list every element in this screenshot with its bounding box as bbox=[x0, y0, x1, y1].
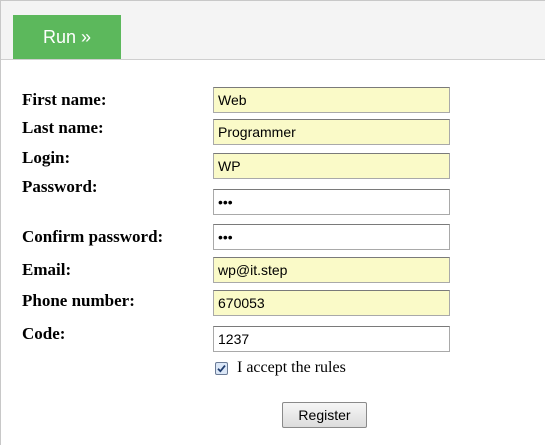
login-field[interactable]: WP bbox=[213, 153, 450, 179]
login-label: Login: bbox=[22, 148, 71, 167]
email-label: Email: bbox=[22, 260, 72, 279]
run-button[interactable]: Run » bbox=[13, 15, 121, 59]
code-label: Code: bbox=[22, 324, 66, 343]
last-name-label: Last name: bbox=[22, 118, 104, 137]
accept-rules-row: I accept the rules bbox=[215, 359, 346, 377]
password-label: Password: bbox=[22, 177, 98, 196]
phone-number-label: Phone number: bbox=[22, 291, 135, 310]
last-name-field[interactable]: Programmer bbox=[213, 119, 450, 145]
confirm-password-field[interactable]: ••• bbox=[213, 224, 450, 250]
first-name-field[interactable]: Web bbox=[213, 87, 450, 113]
confirm-password-label: Confirm password: bbox=[22, 227, 164, 246]
register-button[interactable]: Register bbox=[282, 402, 367, 428]
password-field[interactable]: ••• bbox=[213, 189, 450, 215]
phone-number-field[interactable]: 670053 bbox=[213, 290, 450, 316]
code-field[interactable]: 1237 bbox=[213, 326, 450, 352]
checkmark-icon bbox=[217, 364, 226, 373]
accept-rules-label[interactable]: I accept the rules bbox=[237, 359, 346, 377]
preview-frame: Run » First name: Last name: Login: Pass… bbox=[0, 0, 545, 445]
email-field[interactable]: wp@it.step bbox=[213, 257, 450, 283]
accept-rules-checkbox[interactable] bbox=[215, 361, 228, 375]
registration-form: First name: Last name: Login: Password: … bbox=[1, 60, 545, 446]
first-name-label: First name: bbox=[22, 90, 107, 109]
toolbar: Run » bbox=[1, 1, 545, 60]
